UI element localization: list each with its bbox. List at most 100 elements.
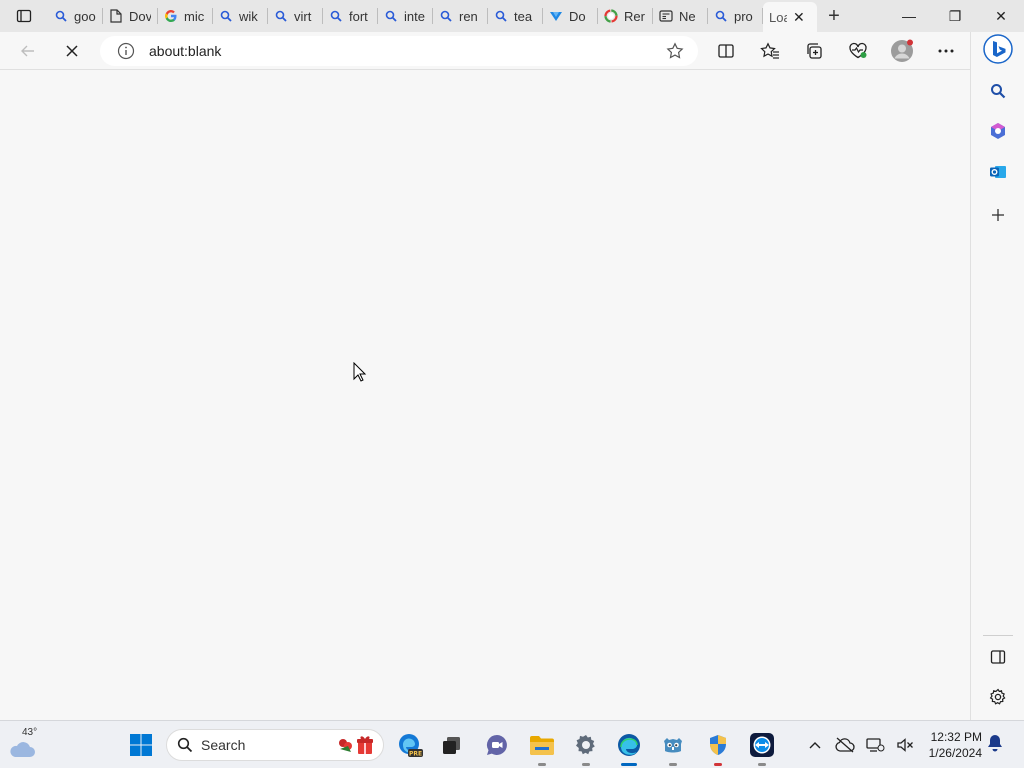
taskbar-teamviewer-app[interactable] xyxy=(746,729,778,766)
url-text[interactable]: about:blank xyxy=(149,43,221,59)
tab[interactable]: Ne xyxy=(653,0,708,32)
download-site-icon xyxy=(549,9,563,23)
folder-icon xyxy=(530,736,554,755)
search-placeholder: Search xyxy=(201,737,246,753)
toolbar-actions xyxy=(704,32,968,70)
sidebar-outlook-button[interactable] xyxy=(983,157,1013,187)
sidebar-divider xyxy=(983,635,1013,636)
search-icon xyxy=(991,84,1006,99)
running-indicator xyxy=(669,763,677,766)
profile-button[interactable] xyxy=(880,35,924,67)
cloud-offline-icon xyxy=(835,737,855,753)
close-window-button[interactable]: ✕ xyxy=(978,0,1024,32)
split-screen-button[interactable] xyxy=(704,35,748,67)
taskbar-security-app[interactable] xyxy=(702,729,734,766)
sidebar-add-button[interactable] xyxy=(983,200,1013,230)
stop-loading-button[interactable] xyxy=(52,35,92,67)
tab[interactable]: Rer xyxy=(598,0,653,32)
news-icon xyxy=(659,9,673,23)
close-icon xyxy=(66,45,78,57)
taskbar-file-explorer[interactable] xyxy=(526,729,558,766)
tab[interactable]: pro xyxy=(708,0,763,32)
minimize-button[interactable]: — xyxy=(886,0,932,32)
tab[interactable]: inte xyxy=(378,0,433,32)
tab[interactable]: virt xyxy=(268,0,323,32)
bing-copilot-button[interactable] xyxy=(983,34,1013,64)
notifications-button[interactable] xyxy=(986,733,1004,758)
customize-sidebar-button[interactable] xyxy=(983,682,1013,712)
weather-widget[interactable]: 43° xyxy=(8,727,44,761)
search-icon xyxy=(439,9,453,23)
hide-sidebar-button[interactable] xyxy=(983,642,1013,672)
address-bar[interactable]: about:blank xyxy=(100,36,698,66)
active-tab[interactable]: Loa ✕ xyxy=(763,2,817,32)
tab-label: ren xyxy=(459,8,478,24)
godot-icon xyxy=(664,738,682,753)
tab[interactable]: mic xyxy=(158,0,213,32)
colorful-circle-icon xyxy=(604,9,618,23)
tab[interactable]: ren xyxy=(433,0,488,32)
taskbar-task-view[interactable] xyxy=(436,729,468,761)
favorites-icon xyxy=(760,42,779,59)
tab[interactable]: Do xyxy=(543,0,598,32)
clock[interactable]: 12:32 PM 1/26/2024 xyxy=(920,729,982,761)
avatar-icon xyxy=(891,39,913,62)
taskbar-edge-beta-app[interactable]: PRE xyxy=(394,729,426,761)
tab-label: Ne xyxy=(679,8,696,24)
windows-logo-icon xyxy=(130,734,152,756)
google-icon xyxy=(164,9,178,23)
split-screen-icon xyxy=(718,44,734,58)
info-icon[interactable] xyxy=(116,41,136,61)
restore-button[interactable]: ❐ xyxy=(932,0,978,32)
plus-icon xyxy=(992,209,1004,221)
chat-icon xyxy=(486,735,507,755)
taskbar-game-app[interactable] xyxy=(657,729,689,766)
tab[interactable]: wik xyxy=(213,0,268,32)
tab-label: mic xyxy=(184,8,205,24)
new-tab-button[interactable]: + xyxy=(817,0,851,32)
back-button[interactable] xyxy=(8,35,48,67)
network-icon xyxy=(866,738,885,752)
collections-button[interactable] xyxy=(792,35,836,67)
taskbar-settings-app[interactable] xyxy=(570,729,602,766)
close-tab-icon[interactable]: ✕ xyxy=(793,9,805,26)
teamviewer-icon xyxy=(750,733,774,757)
tab[interactable]: tea xyxy=(488,0,543,32)
sidebar-search-button[interactable] xyxy=(983,76,1013,106)
favorites-button[interactable] xyxy=(748,35,792,67)
running-indicator xyxy=(538,763,546,766)
tab-label: fort xyxy=(349,8,368,24)
network-button[interactable] xyxy=(860,729,890,761)
tab[interactable]: Dov xyxy=(103,0,158,32)
speaker-muted-icon xyxy=(897,738,913,752)
tab-label: Dov xyxy=(129,8,151,24)
tab-actions-icon xyxy=(16,9,32,23)
tab[interactable]: fort xyxy=(323,0,378,32)
m365-icon xyxy=(991,123,1005,139)
search-highlight-gift-icon xyxy=(339,736,373,754)
onedrive-button[interactable] xyxy=(830,729,860,761)
tab-label: tea xyxy=(514,8,533,24)
taskbar-chat-app[interactable] xyxy=(481,729,513,761)
window-controls: — ❐ ✕ xyxy=(886,0,1024,32)
heart-pulse-icon xyxy=(849,42,867,59)
browser-essentials-button[interactable] xyxy=(836,35,880,67)
tab-label: goo xyxy=(74,8,96,24)
tab-label: Do xyxy=(569,8,586,24)
sidebar-m365-button[interactable] xyxy=(983,116,1013,146)
search-icon xyxy=(274,9,288,23)
search-icon xyxy=(329,9,343,23)
volume-button[interactable] xyxy=(890,729,920,761)
page-content[interactable] xyxy=(0,71,969,720)
tab-actions-button[interactable] xyxy=(0,0,48,32)
taskbar-search[interactable]: Search xyxy=(166,729,384,761)
show-hidden-icons-button[interactable] xyxy=(800,729,830,761)
outlook-icon xyxy=(990,166,1006,178)
settings-and-more-button[interactable] xyxy=(924,35,968,67)
search-icon xyxy=(714,9,728,23)
taskbar-edge-app[interactable] xyxy=(613,729,645,766)
tab[interactable]: goo xyxy=(48,0,103,32)
bing-icon xyxy=(983,34,1013,64)
favorite-star-icon[interactable] xyxy=(666,42,684,60)
start-button[interactable] xyxy=(125,729,157,761)
